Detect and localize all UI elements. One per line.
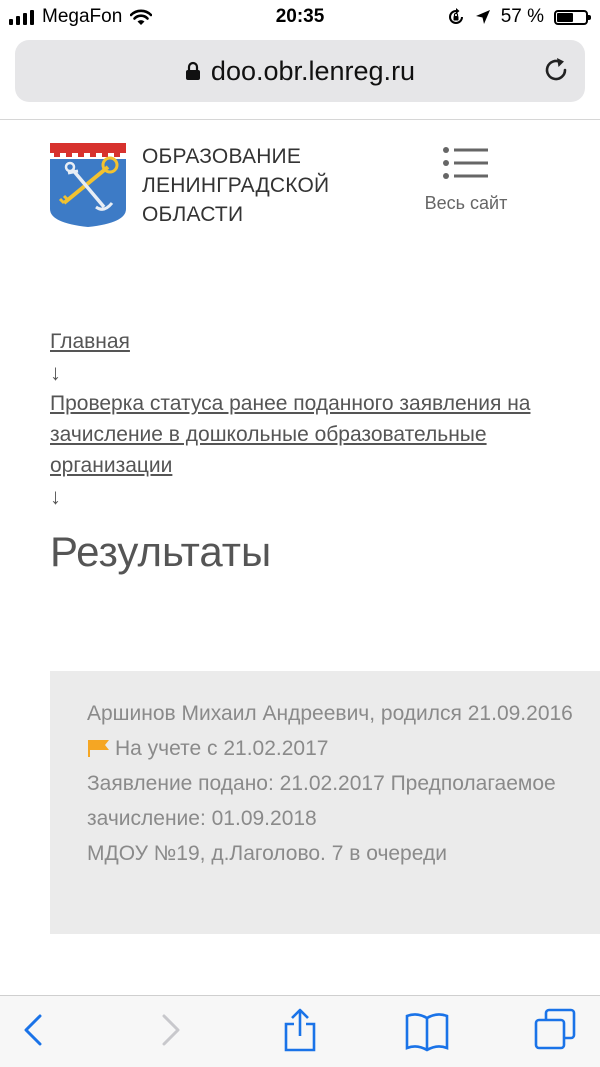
reload-icon[interactable] xyxy=(541,55,571,85)
breadcrumb-section-link[interactable]: Проверка статуса ранее поданного заявлен… xyxy=(50,392,530,477)
breadcrumb-arrow: ↓ xyxy=(50,360,61,385)
tabs-icon[interactable] xyxy=(534,1008,578,1052)
battery-fill xyxy=(557,12,573,22)
menu-label: Весь сайт xyxy=(424,193,508,213)
status-right: 57 % xyxy=(447,6,591,28)
application-info: Заявление подано: 21.02.2017 Предполагае… xyxy=(87,772,556,830)
child-info: Аршинов Михаил Андреевич, родился 21.09.… xyxy=(87,702,573,725)
status-text: На учете с 21.02.2017 xyxy=(115,737,329,760)
org-name[interactable]: ОБРАЗОВАНИЕ ЛЕНИНГРАДСКОЙ ОБЛАСТИ xyxy=(142,142,329,229)
address-bar[interactable]: doo.obr.lenreg.ru xyxy=(15,40,585,102)
queue-info: МДОУ №19, д.Лаголово. 7 в очереди xyxy=(87,842,447,865)
breadcrumb: Главная ↓ Проверка статуса ранее поданно… xyxy=(50,326,575,512)
breadcrumb-arrow: ↓ xyxy=(50,484,61,509)
orientation-lock-icon xyxy=(448,8,463,24)
location-arrow-icon xyxy=(475,10,490,24)
flag-icon xyxy=(88,740,109,757)
menu-icon xyxy=(443,147,488,179)
result-card: Аршинов Михаил Андреевич, родился 21.09.… xyxy=(50,671,600,934)
url-text[interactable]: doo.obr.lenreg.ru xyxy=(211,56,415,87)
forward-icon[interactable] xyxy=(148,1008,192,1052)
status-line: На учете с 21.02.2017 xyxy=(87,731,597,766)
back-icon[interactable] xyxy=(12,1008,56,1052)
bookmarks-icon[interactable] xyxy=(405,1008,449,1052)
browser-toolbar xyxy=(0,995,600,1067)
header-divider xyxy=(0,119,600,120)
site-menu-button[interactable]: Весь сайт xyxy=(416,146,516,214)
battery-percent: 57 % xyxy=(500,6,544,27)
coat-of-arms-logo[interactable] xyxy=(50,143,126,227)
share-icon[interactable] xyxy=(278,1008,322,1052)
breadcrumb-home-link[interactable]: Главная xyxy=(50,330,130,353)
org-name-line1: ОБРАЗОВАНИЕ xyxy=(142,145,302,168)
url-display[interactable]: doo.obr.lenreg.ru xyxy=(15,40,585,102)
org-name-line2: ЛЕНИНГРАДСКОЙ xyxy=(142,174,330,197)
battery-icon xyxy=(554,9,591,25)
page-title: Результаты xyxy=(50,528,272,575)
status-bar: MegaFon 20:35 57 % xyxy=(0,0,600,36)
lock-icon xyxy=(185,61,200,80)
result-text: Аршинов Михаил Андреевич, родился 21.09.… xyxy=(87,696,597,871)
org-name-line3: ОБЛАСТИ xyxy=(142,203,244,226)
